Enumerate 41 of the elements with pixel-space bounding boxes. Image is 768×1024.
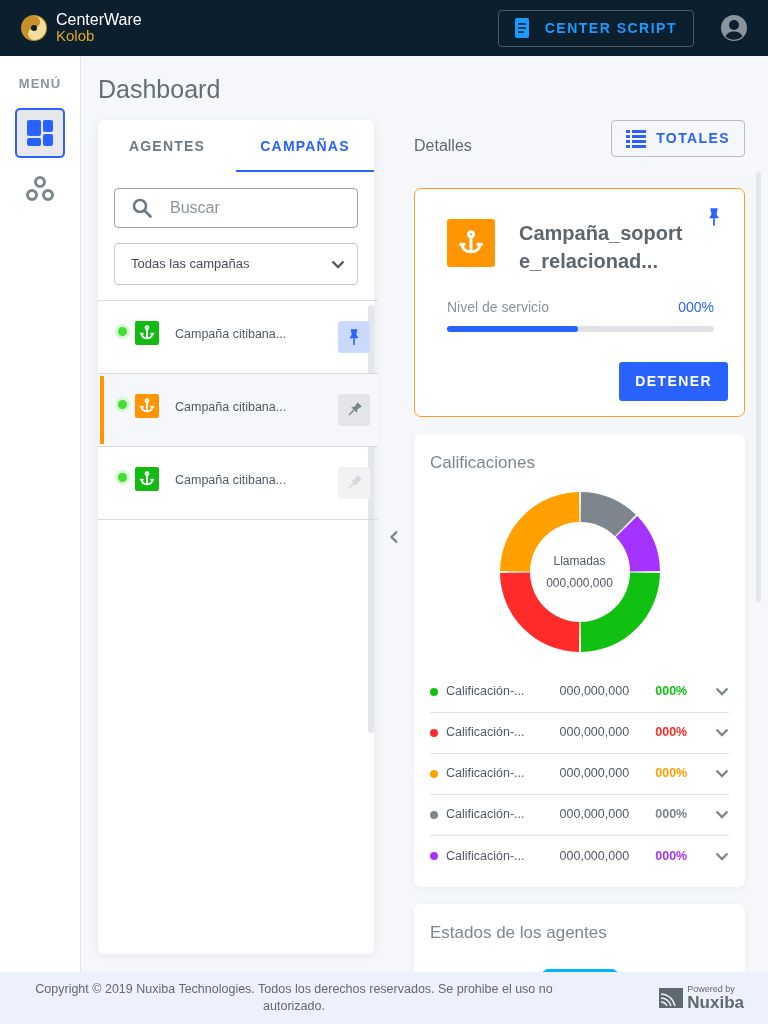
rating-count: 000,000,000 (559, 724, 631, 742)
rating-name: Calificación-... (445, 724, 526, 742)
rating-name: Calificación-... (445, 765, 526, 783)
totals-button[interactable]: TOTALES (611, 120, 745, 157)
rating-count: 000,000,000 (559, 683, 631, 701)
card-title: Estados de los agentes (430, 921, 608, 944)
service-level-value: 000% (678, 298, 714, 317)
details-title: Detalles (414, 136, 472, 156)
rating-percent: 000% (655, 847, 689, 865)
rating-count: 000,000,000 (559, 806, 631, 824)
campaign-name: Campaña citibana... (175, 326, 288, 343)
rating-name: Calificación-... (445, 683, 526, 701)
copyright-text: Copyright © 2019 Nuxiba Technologies. Todos los derechos reservados. Se prohibe el uso no autorizado. (34, 981, 554, 1015)
brand-product: Kolob (56, 28, 96, 44)
nuxiba-brand: Nuxiba (687, 994, 744, 1011)
rating-percent: 000% (655, 806, 689, 824)
card-title: Calificaciones (430, 452, 536, 474)
chart-center-value: 000,000,000 (546, 574, 613, 592)
campaign-filter-dropdown[interactable]: Todas las campañas (114, 243, 358, 285)
tab[interactable]: CAMPAÑAS (236, 120, 374, 172)
center-script-button[interactable]: CENTER SCRIPT (497, 9, 694, 47)
search-field[interactable]: Buscar (114, 188, 358, 228)
rating-count: 000,000,000 (559, 765, 631, 783)
rating-count: 000,000,000 (559, 847, 631, 865)
stop-button[interactable]: DETENER (619, 362, 728, 401)
rating-percent: 000% (655, 765, 689, 783)
campaign-name: Campaña citibana... (175, 472, 288, 489)
rating-percent: 000% (655, 724, 689, 742)
powered-by-label: Powered by (687, 985, 736, 994)
rating-name: Calificación-... (445, 806, 526, 824)
tab[interactable]: AGENTES (98, 120, 236, 172)
chart-center-label: Llamadas (552, 552, 607, 570)
menu-title: MENÚ (18, 75, 62, 93)
campaign-name: Campaña citibana... (175, 399, 288, 416)
rating-percent: 000% (655, 683, 689, 701)
campaign-title: Campaña_soporte_relacionad... (519, 221, 684, 274)
brand-name: CenterWare (56, 12, 142, 28)
service-level-label: Nivel de servicio (447, 298, 549, 317)
campaign-list-item[interactable]: Campaña citibana... (98, 374, 378, 447)
page-title: Dashboard (98, 74, 222, 104)
rating-name: Calificación-... (445, 847, 526, 865)
